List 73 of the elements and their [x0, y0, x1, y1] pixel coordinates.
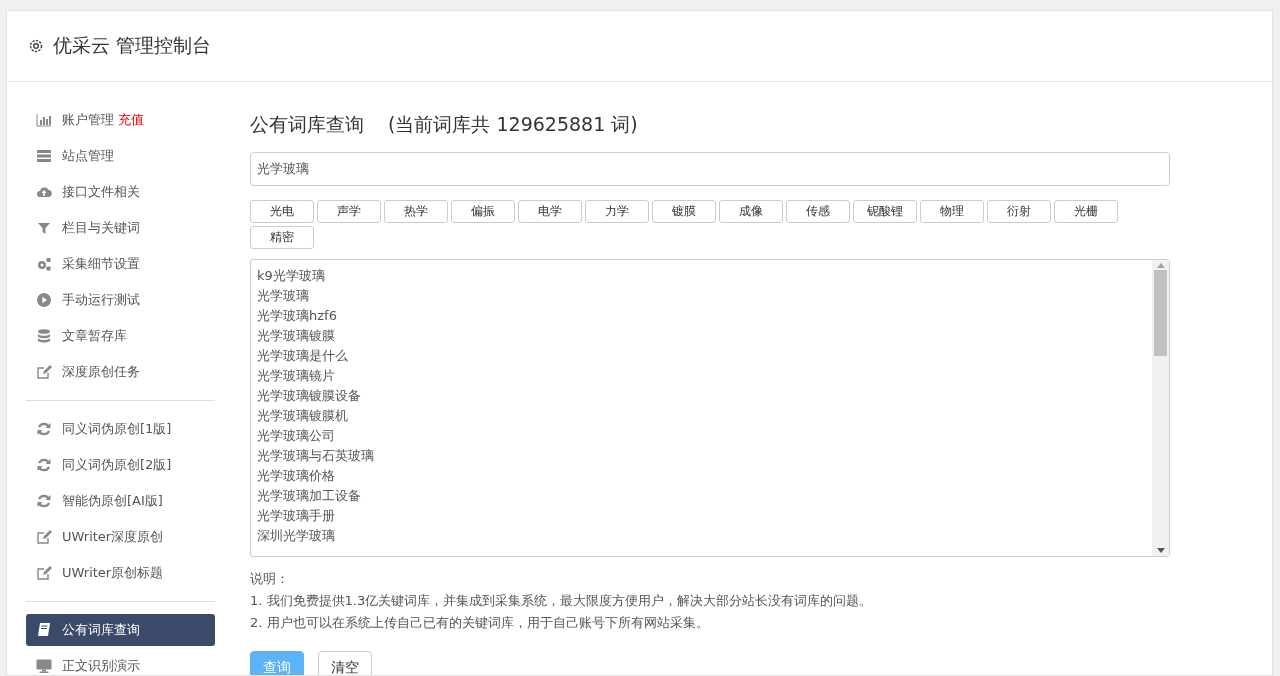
result-line: 光学玻璃手册: [257, 507, 336, 525]
refresh-icon: [36, 421, 52, 437]
edit-icon: [36, 529, 52, 545]
result-line: 光学玻璃与石英玻璃: [257, 447, 375, 465]
sidebar-item[interactable]: 正文识别演示: [26, 650, 215, 675]
sidebar-item[interactable]: 接口文件相关: [26, 176, 215, 208]
tag-button[interactable]: 物理: [920, 200, 984, 223]
result-line: 光学玻璃镜片: [257, 367, 336, 385]
gears-icon: [36, 256, 52, 272]
page-title: 公有词库查询: [250, 112, 364, 137]
sidebar-item[interactable]: UWriter原创标题: [26, 557, 215, 589]
result-line: 光学玻璃hzf6: [257, 307, 338, 325]
scroll-down-icon[interactable]: [1156, 548, 1165, 553]
sidebar-item[interactable]: 文章暂存库: [26, 320, 215, 352]
book-icon: [36, 622, 52, 638]
settings-icon: [27, 37, 45, 55]
sidebar-item[interactable]: UWriter深度原创: [26, 521, 215, 553]
sidebar-item[interactable]: 同义词伪原创[1版]: [26, 413, 215, 445]
play-icon: [36, 292, 52, 308]
clear-button[interactable]: 清空: [318, 651, 372, 675]
result-line: 光学玻璃加工设备: [257, 487, 362, 505]
tag-button[interactable]: 衍射: [987, 200, 1051, 223]
tag-button[interactable]: 成像: [719, 200, 783, 223]
bar-chart-icon: [36, 112, 52, 128]
sidebar-item[interactable]: 站点管理: [26, 140, 215, 172]
sidebar-item[interactable]: 栏目与关键词: [26, 212, 215, 244]
sidebar-item[interactable]: 手动运行测试: [26, 284, 215, 316]
scrollbar[interactable]: [1152, 260, 1169, 556]
search-field[interactable]: 光学玻璃: [250, 152, 1170, 186]
note-text: 2. 用户也可以在系统上传自己已有的关键词库，用于自己账号下所有网站采集。: [250, 614, 710, 632]
tag-button[interactable]: 铌酸锂: [853, 200, 917, 223]
database-icon: [36, 328, 52, 344]
sidebar-item[interactable]: 公有词库查询: [26, 614, 215, 646]
recharge-link[interactable]: 充值: [118, 111, 144, 129]
tag-button[interactable]: 偏振: [451, 200, 515, 223]
console-title: 优采云 管理控制台: [53, 33, 212, 58]
edit-icon: [36, 565, 52, 581]
result-line: 光学玻璃: [257, 287, 310, 305]
refresh-icon: [36, 457, 52, 473]
tag-button[interactable]: 热学: [384, 200, 448, 223]
result-line: 光学玻璃是什么: [257, 347, 349, 365]
result-line: 深圳光学玻璃: [257, 527, 336, 545]
result-line: 光学玻璃价格: [257, 467, 336, 485]
tag-button[interactable]: 光栅: [1054, 200, 1118, 223]
edit-icon: [36, 364, 52, 380]
server-icon: [36, 148, 52, 164]
tag-button[interactable]: 力学: [585, 200, 649, 223]
sidebar-item[interactable]: 深度原创任务: [26, 356, 215, 388]
scroll-thumb[interactable]: [1154, 270, 1167, 356]
sidebar-item[interactable]: 账户管理 充值: [26, 104, 215, 136]
monitor-icon: [36, 658, 52, 674]
tag-button[interactable]: 光电: [250, 200, 314, 223]
tag-button[interactable]: 精密: [250, 226, 314, 249]
result-line: 光学玻璃镀膜设备: [257, 387, 362, 405]
note-text: 1. 我们免费提供1.3亿关键词库，并集成到采集系统，最大限度方便用户，解决大部分站长没有词库的问题。: [250, 592, 874, 610]
tag-button[interactable]: 镀膜: [652, 200, 716, 223]
result-line: 光学玻璃镀膜: [257, 327, 336, 345]
sidebar-item[interactable]: 同义词伪原创[2版]: [26, 449, 215, 481]
tag-button[interactable]: 声学: [317, 200, 381, 223]
word-count: (当前词库共 129625881 词): [388, 112, 638, 137]
filter-icon: [36, 220, 52, 236]
tag-button[interactable]: 电学: [518, 200, 582, 223]
result-line: 光学玻璃公司: [257, 427, 336, 445]
notes-heading: 说明：: [250, 570, 290, 588]
refresh-icon: [36, 493, 52, 509]
scroll-up-icon[interactable]: [1156, 263, 1165, 268]
result-line: k9光学玻璃: [257, 267, 326, 285]
cloud-upload-icon: [36, 184, 52, 200]
results-box[interactable]: k9光学玻璃 光学玻璃 光学玻璃hzf6 光学玻璃镀膜 光学玻璃是什么 光学玻璃镜片 光学玻璃镀膜设备 光学玻璃镀膜机 光学玻璃公司 光学玻璃与石英玻璃 光学玻璃价格 光学玻璃加工设备 光学玻璃手册 深圳光学玻璃: [250, 259, 1170, 557]
result-line: 光学玻璃镀膜机: [257, 407, 349, 425]
sidebar-item[interactable]: 智能伪原创[AI版]: [26, 485, 215, 517]
tag-button[interactable]: 传感: [786, 200, 850, 223]
sidebar-item[interactable]: 采集细节设置: [26, 248, 215, 280]
